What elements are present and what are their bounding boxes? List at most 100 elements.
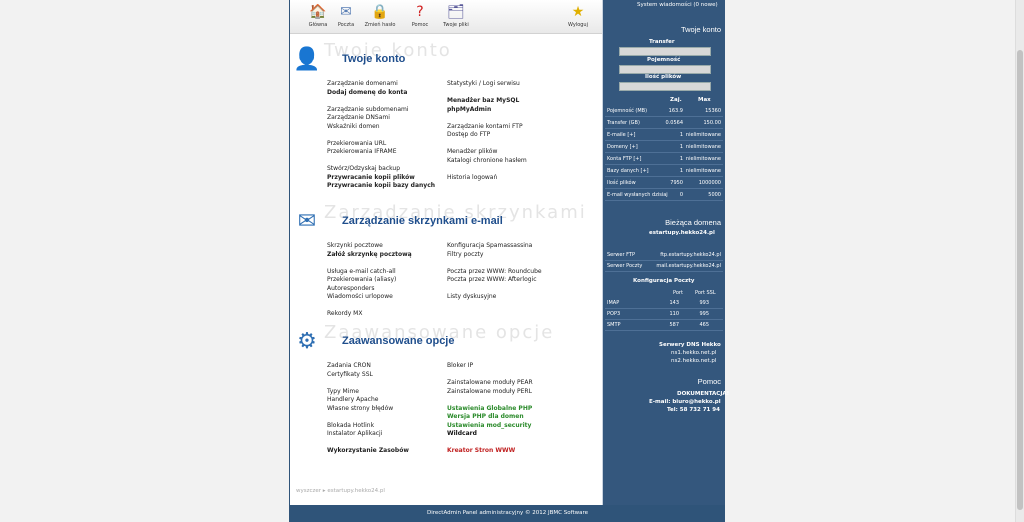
help-title: Pomoc bbox=[697, 377, 721, 386]
usage-label: Pojemność (MB) bbox=[607, 108, 648, 114]
menu-link[interactable]: Certyfikaty SSL bbox=[327, 371, 373, 379]
menu-link[interactable]: Zainstalowane moduły PEAR bbox=[447, 379, 533, 387]
toolbar-label: Poczta bbox=[337, 22, 355, 28]
dns-1: ns1.hekko.net.pl bbox=[671, 350, 717, 356]
menu-link[interactable]: Poczta przez WWW: Afterlogic bbox=[447, 276, 537, 284]
port: 143 bbox=[669, 300, 679, 306]
port-row: POP3 110 995 bbox=[605, 309, 723, 320]
menu-link[interactable]: Przekierowania (aliasy) bbox=[327, 276, 396, 284]
toolbar-mail-button[interactable]: ✉ Poczta bbox=[328, 3, 364, 28]
menu-link[interactable]: Bloker IP bbox=[447, 362, 473, 370]
documentation-link[interactable]: DOKUMENTACJA! bbox=[677, 391, 729, 397]
usage-label: Transfer (GB) bbox=[607, 120, 640, 126]
mail-icon: ✉ bbox=[340, 4, 352, 20]
menu-link[interactable]: Instalator Aplikacji bbox=[327, 430, 382, 438]
usage-label[interactable]: Domeny [+] bbox=[607, 144, 638, 150]
menu-link[interactable]: Typy Mime bbox=[327, 388, 359, 396]
menu-link[interactable]: Filtry poczty bbox=[447, 251, 483, 259]
menu-link[interactable]: Dodaj domenę do konta bbox=[327, 89, 407, 97]
port: 110 bbox=[669, 311, 679, 317]
system-messages-link[interactable]: System wiadomości (0 nowe) bbox=[637, 2, 718, 8]
usage-row: Bazy danych [+] 1 nielimitowane bbox=[605, 166, 723, 177]
menu-link[interactable]: Menadżer plików bbox=[447, 148, 497, 156]
menu-link[interactable]: Kreator Stron WWW bbox=[447, 447, 515, 455]
menu-link[interactable]: Zarządzanie subdomenami bbox=[327, 106, 409, 114]
usage-used: 0 bbox=[679, 192, 683, 198]
main-panel: 🏠 Główna ✉ Poczta 🔒 Zmień hasło? Pomoc 🗂 Twoje p… bbox=[290, 0, 603, 505]
scrollbar[interactable] bbox=[1015, 0, 1024, 522]
files-label: Ilość plików bbox=[645, 74, 682, 80]
menu-link[interactable]: Przekierowania IFRAME bbox=[327, 148, 397, 156]
menu-link[interactable]: Blokada Hotlink bbox=[327, 422, 374, 430]
dns-title: Serwery DNS Hekko bbox=[659, 342, 721, 348]
usage-used: 0.0564 bbox=[665, 120, 684, 126]
menu-link[interactable]: Statystyki / Logi serwisu bbox=[447, 80, 520, 88]
breadcrumb[interactable]: wyszczer ▸ estartupy.hekko24.pl bbox=[296, 488, 385, 494]
toolbar-logout-button[interactable]: ★ Wyloguj bbox=[560, 3, 596, 28]
capacity-bar bbox=[619, 65, 711, 74]
usage-used: 1 bbox=[679, 168, 683, 174]
usage-label[interactable]: Bazy danych [+] bbox=[607, 168, 649, 174]
menu-link[interactable]: Skrzynki pocztowe bbox=[327, 242, 383, 250]
menu-link[interactable]: Zarządzanie DNSami bbox=[327, 114, 390, 122]
menu-link[interactable]: Autoresponders bbox=[327, 285, 374, 293]
protocol: SMTP bbox=[607, 322, 621, 328]
usage-label[interactable]: E-maile [+] bbox=[607, 132, 635, 138]
dns-2: ns2.hekko.net.pl bbox=[671, 358, 717, 364]
menu-link[interactable]: Dostęp do FTP bbox=[447, 131, 490, 139]
menu-link[interactable]: Stwórz/Odzyskaj backup bbox=[327, 165, 400, 173]
menu-link[interactable]: Poczta przez WWW: Roundcube bbox=[447, 268, 542, 276]
toolbar-files-button[interactable]: 🗂 Twoje pliki bbox=[438, 3, 474, 28]
menu-link[interactable]: Usługa e-mail catch-all bbox=[327, 268, 396, 276]
protocol: POP3 bbox=[607, 311, 621, 317]
home-icon: 🏠 bbox=[309, 4, 327, 20]
menu-link[interactable]: Wildcard bbox=[447, 430, 477, 438]
menu-link[interactable]: Przywracanie kopii bazy danych bbox=[327, 182, 435, 190]
menu-link[interactable]: Wskaźniki domen bbox=[327, 123, 380, 131]
current-domain[interactable]: estartupy.hekko24.pl bbox=[649, 230, 715, 236]
usage-row: E-mail wysłanych dzisiaj 0 5000 bbox=[605, 190, 723, 201]
port-row: IMAP 143 993 bbox=[605, 298, 723, 309]
usage-max: nielimitowane bbox=[685, 168, 721, 174]
menu-link[interactable]: Konfiguracja Spamassassina bbox=[447, 242, 532, 250]
menu-link[interactable]: Wykorzystanie Zasobów bbox=[327, 447, 409, 455]
menu-link[interactable]: Wiadomości urlopowe bbox=[327, 293, 393, 301]
usage-max: 5000 bbox=[708, 192, 721, 198]
menu-link[interactable]: Zarządzanie domenami bbox=[327, 80, 398, 88]
menu-link[interactable]: Załóż skrzynkę pocztową bbox=[327, 251, 412, 259]
menu-link[interactable]: Menadżer baz MySQL bbox=[447, 97, 519, 105]
support-email[interactable]: E-mail: biuro@hekko.pl bbox=[649, 399, 721, 405]
current-domain-title: Bieżąca domena bbox=[665, 218, 721, 227]
server-label: Serwer Poczty bbox=[607, 263, 643, 269]
toolbar-help-button[interactable]: ? Pomoc bbox=[402, 3, 438, 28]
menu-link[interactable]: Ustawienia Globalne PHP bbox=[447, 405, 532, 413]
section-title: Twoje konto bbox=[342, 53, 406, 65]
menu-link[interactable]: Katalogi chronione hasłem bbox=[447, 157, 527, 165]
menu-link[interactable]: Rekordy MX bbox=[327, 310, 362, 318]
menu-link[interactable]: Zainstalowane moduły PERL bbox=[447, 388, 532, 396]
menu-link[interactable]: Wersja PHP dla domen bbox=[447, 413, 524, 421]
menu-link[interactable]: Zarządzanie kontami FTP bbox=[447, 123, 523, 131]
menu-link[interactable]: Własne strony błędów bbox=[327, 405, 393, 413]
usage-max: 15360 bbox=[705, 108, 721, 114]
menu-link[interactable]: Historia logowań bbox=[447, 174, 497, 182]
menu-link[interactable]: phpMyAdmin bbox=[447, 106, 491, 114]
menu-link[interactable]: Handlery Apache bbox=[327, 396, 378, 404]
menu-link[interactable]: Przywracanie kopii plików bbox=[327, 174, 415, 182]
usage-max: nielimitowane bbox=[685, 156, 721, 162]
account-icon: 👤 bbox=[293, 47, 321, 72]
usage-used: 7950 bbox=[670, 180, 683, 186]
section-title: Zaawansowane opcje bbox=[342, 335, 455, 347]
usage-row: Ilość plików 7950 1000000 bbox=[605, 178, 723, 189]
toolbar-label: Główna bbox=[308, 22, 328, 28]
menu-link[interactable]: Ustawienia mod_security bbox=[447, 422, 531, 430]
menu-link[interactable]: Listy dyskusyjne bbox=[447, 293, 496, 301]
port-row: SMTP 587 465 bbox=[605, 320, 723, 331]
lock-icon: 🔒 bbox=[371, 4, 389, 20]
usage-label[interactable]: Konta FTP [+] bbox=[607, 156, 641, 162]
menu-link[interactable]: Zadania CRON bbox=[327, 362, 371, 370]
usage-max: nielimitowane bbox=[685, 132, 721, 138]
scrollbar-thumb[interactable] bbox=[1017, 50, 1023, 510]
menu-link[interactable]: Przekierowania URL bbox=[327, 140, 386, 148]
toolbar-lock-button[interactable]: 🔒 Zmień hasło bbox=[362, 3, 398, 28]
